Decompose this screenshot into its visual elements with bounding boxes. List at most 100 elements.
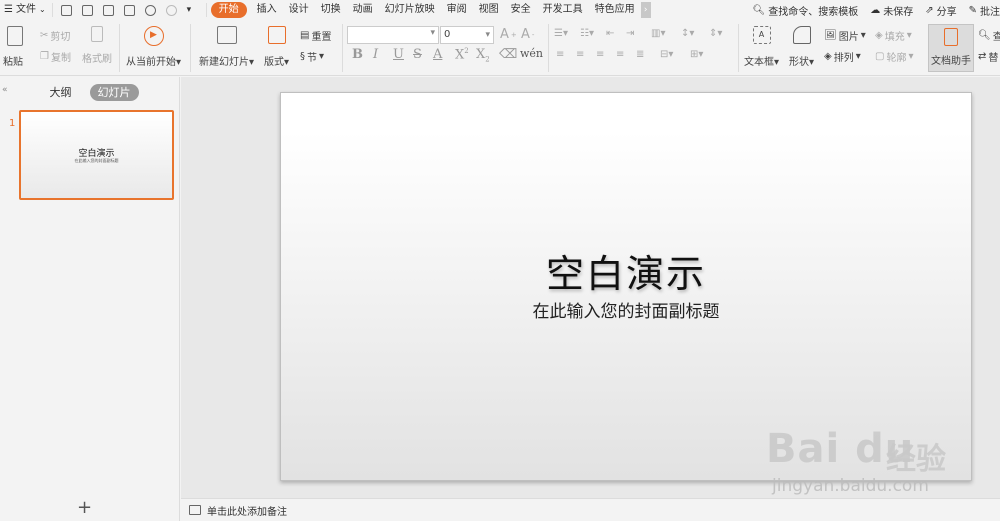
play-icon: ▶ (143, 26, 164, 46)
ribbon-separator (190, 24, 191, 72)
format-painter-button[interactable]: 格式刷 (82, 26, 112, 65)
print-icon[interactable] (102, 4, 114, 16)
copy-button[interactable]: ❐ 复制 (40, 49, 71, 64)
tab-slides[interactable]: 幻灯片 (89, 83, 139, 101)
brush-icon (91, 26, 103, 42)
cut-button[interactable]: ✂ 剪切 (40, 28, 70, 43)
add-slide-button[interactable]: + (77, 497, 92, 518)
shape-button[interactable]: 形状▾ (789, 26, 814, 68)
outdent-button[interactable]: ⇤ (606, 28, 614, 39)
line-spacing-button[interactable]: ↕▾ (681, 28, 694, 39)
font-family-select[interactable]: ▾ (347, 26, 439, 44)
strikethrough-button[interactable]: S (413, 47, 422, 62)
command-search[interactable]: 🔍︎ 查找命令、搜索模板 (747, 3, 865, 18)
align-center-button[interactable]: ≡ (576, 49, 584, 60)
text-box-icon: A (752, 26, 771, 44)
bold-button[interactable]: B (352, 47, 363, 62)
tab-animations[interactable]: 动画 (347, 0, 379, 20)
picture-icon: 🖼︎ (824, 30, 837, 41)
picture-button[interactable]: 🖼︎ 图片 ▾ (824, 28, 866, 43)
text-direction-button[interactable]: ⇕▾ (709, 28, 722, 39)
ribbon-separator (342, 24, 343, 72)
tab-slideshow[interactable]: 幻灯片放映 (379, 0, 441, 20)
save-status[interactable]: ☁ 未保存 (864, 3, 919, 18)
export-pdf-icon[interactable] (81, 4, 93, 16)
search-icon: 🔍︎ (752, 4, 766, 16)
ribbon-separator (548, 24, 549, 72)
smartart-button[interactable]: ⊞▾ (690, 49, 703, 60)
play-from-current-button[interactable]: ▶ 从当前开始▾ (126, 26, 181, 68)
copy-icon: ❐ (40, 51, 49, 62)
fill-button[interactable]: ◈ 填充 ▾ (875, 28, 912, 43)
quick-access-toolbar: ▾ (51, 3, 207, 17)
font-color-button[interactable]: A (433, 47, 442, 62)
paste-button[interactable]: 粘贴 (3, 26, 23, 68)
reset-button[interactable]: ▤ 重置 (300, 28, 331, 43)
section-button[interactable]: § 节 ▾ (300, 49, 324, 64)
bullets-button[interactable]: ☰▾ (554, 28, 568, 39)
doc-assistant-button[interactable]: 文档助手 (928, 24, 974, 72)
text-box-button[interactable]: A 文本框▾ (744, 26, 779, 68)
thumbnail-subtitle: 在此输入您的封面副标题 (74, 158, 119, 163)
superscript-button[interactable]: X2 (455, 47, 469, 62)
fill-icon: ◈ (875, 30, 883, 41)
layout-button[interactable]: 版式▾ (264, 26, 289, 68)
underline-button[interactable]: U (393, 47, 404, 62)
arrange-button[interactable]: ◈ 排列 ▾ (824, 49, 861, 64)
tab-developer[interactable]: 开发工具 (537, 0, 589, 20)
doc-assistant-icon (944, 28, 958, 46)
save-icon[interactable] (60, 4, 72, 16)
comment-button[interactable]: ✎ 批注 (963, 3, 1000, 18)
more-tabs-button[interactable]: › (640, 2, 651, 18)
new-slide-button[interactable]: 新建幻灯片▾ (199, 26, 254, 68)
tab-features[interactable]: 特色应用 (589, 0, 641, 20)
layout-icon (267, 26, 286, 44)
tab-view[interactable]: 视图 (473, 0, 505, 20)
share-icon: ⇗ (925, 4, 934, 16)
watermark-brand-cn: 经验 (886, 442, 946, 477)
italic-button[interactable]: I (373, 47, 378, 62)
slide-thumbnail[interactable]: 空白演示 在此输入您的封面副标题 (19, 110, 174, 200)
reset-icon: ▤ (300, 30, 310, 41)
slide-title[interactable]: 空白演示 (281, 243, 971, 298)
indent-button[interactable]: ⇥ (626, 28, 634, 39)
font-size-select[interactable]: 0 ▾ (440, 26, 494, 44)
eraser-icon[interactable]: ⌫ (499, 47, 517, 62)
align-left-button[interactable]: ≡ (556, 49, 564, 60)
replace-button[interactable]: ⇄ 替 (978, 49, 998, 64)
slide-number: 1 (9, 118, 16, 129)
slide-subtitle[interactable]: 在此输入您的封面副标题 (281, 297, 971, 322)
file-menu[interactable]: ☰ 文件 ⌄ (0, 0, 52, 20)
share-button[interactable]: ⇗ 分享 (919, 3, 962, 18)
distribute-button[interactable]: ≣ (636, 49, 644, 60)
tab-home[interactable]: 开始 (210, 2, 247, 18)
undo-icon[interactable] (144, 4, 156, 16)
notes-icon (189, 505, 201, 515)
tab-transitions[interactable]: 切换 (315, 0, 347, 20)
ribbon-home: 粘贴 ✂ 剪切 ❐ 复制 格式刷 ▶ 从当前开始▾ 新建幻灯片▾ 版式▾ ▤ 重置 §… (0, 20, 1000, 76)
find-button[interactable]: 🔍︎ 查 (978, 28, 1000, 43)
print-preview-icon[interactable] (123, 4, 135, 16)
arrange-icon: ◈ (824, 51, 832, 62)
tab-design[interactable]: 设计 (283, 0, 315, 20)
tab-insert[interactable]: 插入 (251, 0, 283, 20)
justify-button[interactable]: ≡ (616, 49, 624, 60)
align-text-button[interactable]: ⊟▾ (660, 49, 673, 60)
clipboard-icon (7, 26, 23, 46)
grow-font-button[interactable]: A + (500, 27, 517, 42)
outline-button[interactable]: ▢ 轮廓 ▾ (875, 49, 913, 64)
align-right-button[interactable]: ≡ (596, 49, 604, 60)
phonetic-guide-button[interactable]: wén (520, 47, 543, 60)
subscript-button[interactable]: X2 (476, 47, 490, 64)
column-button[interactable]: ▥▾ (651, 28, 665, 39)
tab-review[interactable]: 审阅 (441, 0, 473, 20)
section-icon: § (300, 51, 305, 62)
redo-icon[interactable] (165, 4, 177, 16)
cloud-icon: ☁ (870, 4, 881, 16)
tab-outline[interactable]: 大纲 (42, 84, 80, 101)
shrink-font-button[interactable]: A- (521, 27, 534, 42)
tab-security[interactable]: 安全 (505, 0, 537, 20)
customize-chevron-icon[interactable]: ▾ (187, 5, 198, 16)
numbering-button[interactable]: ☷▾ (580, 28, 594, 39)
outline-icon: ▢ (875, 51, 885, 62)
